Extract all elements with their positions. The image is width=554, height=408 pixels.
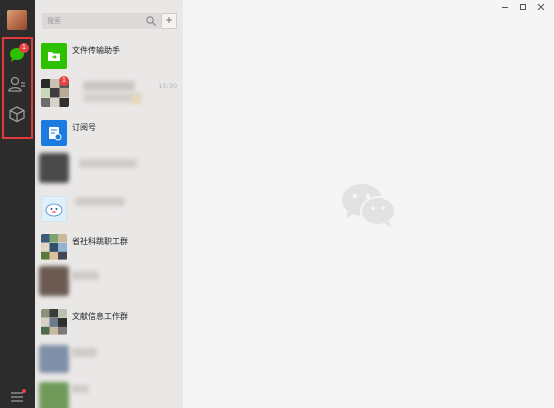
chat-list-panel: 搜索 + 文件传输助手 1 15:30 订阅号 省社科跳职工群 文献信息工作群 — [35, 0, 183, 408]
add-chat-button[interactable]: + — [161, 13, 177, 29]
group-avatar — [41, 234, 67, 260]
search-icon[interactable] — [145, 15, 157, 27]
close-icon[interactable] — [535, 2, 547, 12]
chat-name: 省社科跳职工群 — [72, 237, 128, 246]
minimize-icon[interactable] — [499, 2, 511, 12]
file-transfer-avatar — [41, 43, 67, 69]
menu-icon[interactable] — [10, 392, 24, 402]
blurred-name — [71, 348, 97, 357]
menu-notification-dot — [22, 389, 26, 393]
chat-item-group-3[interactable]: 文献信息工作群 — [35, 305, 183, 343]
chat-item-contact-2[interactable] — [35, 192, 183, 230]
blurred-avatar — [39, 153, 69, 183]
chat-item-subscriptions[interactable]: 订阅号 — [35, 116, 183, 154]
chat-item-group-1[interactable]: 1 15:30 — [35, 76, 183, 114]
blurred-name — [75, 197, 125, 206]
blurred-avatar — [39, 345, 69, 373]
chat-item-contact-3[interactable] — [35, 266, 183, 304]
cartoon-avatar — [41, 196, 67, 222]
search-box[interactable]: 搜索 — [42, 13, 161, 29]
group-avatar — [41, 309, 67, 335]
chat-name: 文献信息工作群 — [72, 312, 128, 321]
cartoon-bear-icon — [45, 203, 63, 217]
wechat-window: 1 搜索 + 文件传输助手 1 15:30 订阅号 省社科跳职工群 文献信息工作… — [0, 0, 554, 408]
blurred-avatar — [39, 266, 69, 296]
nav-highlight-box — [2, 37, 33, 139]
folder-icon — [48, 52, 60, 61]
blurred-avatar — [39, 382, 69, 408]
search-input[interactable]: 搜索 — [47, 15, 61, 27]
blurred-name — [83, 81, 135, 91]
plus-icon: + — [165, 13, 173, 27]
chat-item-group-2[interactable]: 省社科跳职工群 — [35, 230, 183, 268]
chat-content-area — [183, 0, 554, 408]
blurred-name — [71, 385, 89, 393]
chat-name: 订阅号 — [72, 123, 96, 132]
maximize-icon[interactable] — [517, 2, 529, 12]
blurred-name — [79, 159, 137, 168]
chat-item-contact-5[interactable] — [35, 380, 183, 408]
blurred-name — [71, 271, 99, 280]
chat-item-contact-1[interactable] — [35, 153, 183, 191]
chat-time: 15:30 — [158, 82, 177, 90]
subscription-avatar — [41, 120, 67, 146]
wechat-logo-icon — [342, 184, 396, 227]
left-nav-bar: 1 — [0, 0, 35, 408]
chat-item-file-transfer[interactable]: 文件传输助手 — [35, 39, 183, 77]
chat-item-contact-4[interactable] — [35, 343, 183, 381]
chat-name: 文件传输助手 — [72, 46, 120, 55]
user-avatar[interactable] — [7, 10, 27, 30]
subscription-icon — [49, 127, 62, 141]
chat-unread-badge: 1 — [59, 76, 69, 86]
blurred-emoji — [131, 95, 141, 104]
